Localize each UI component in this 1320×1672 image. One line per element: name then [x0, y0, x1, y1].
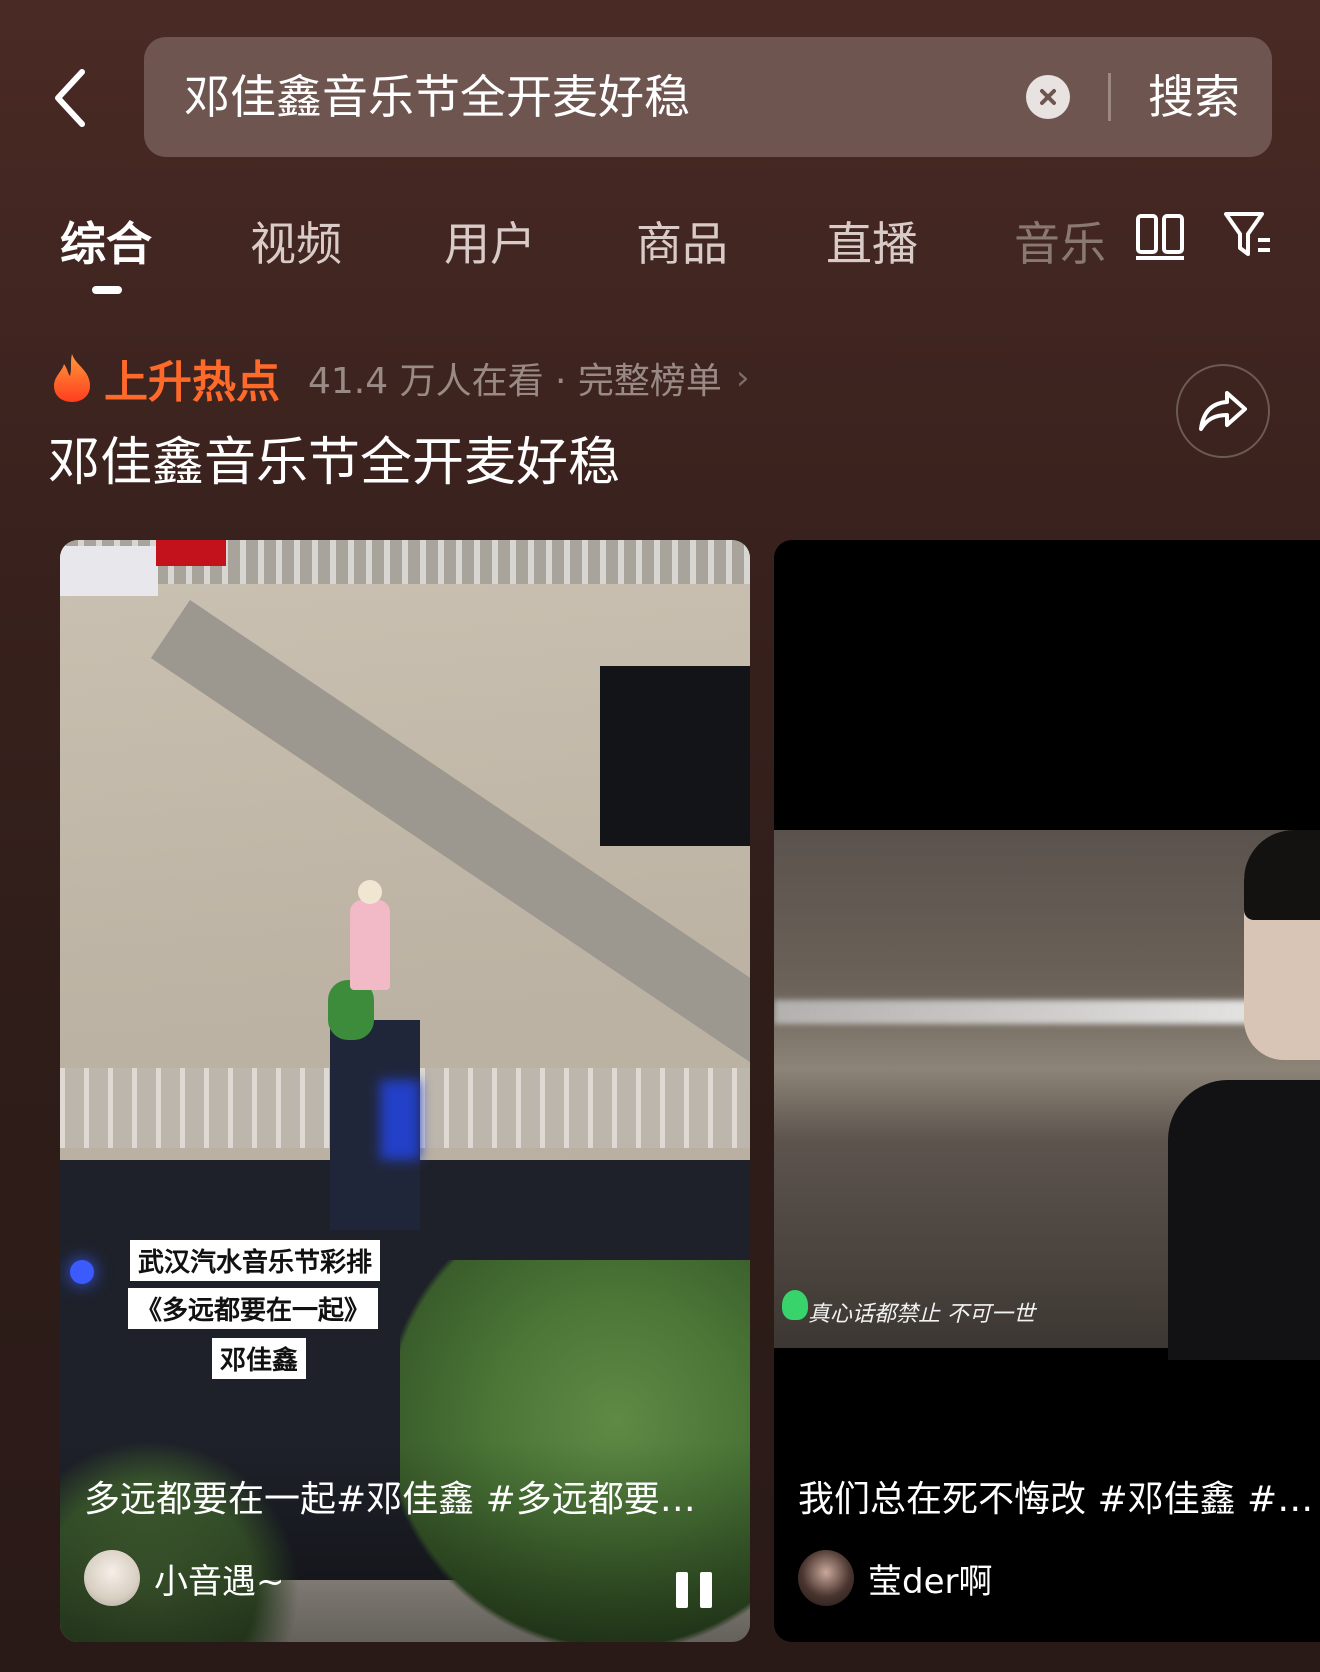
search-button[interactable]: 搜索 [1148, 37, 1240, 157]
author-row[interactable]: 莹der啊 [798, 1550, 992, 1606]
topic-title: 邓佳鑫音乐节全开麦好稳 [48, 433, 621, 493]
hot-meta: 41.4 万人在看 · 完整榜单 [308, 361, 722, 402]
share-button[interactable] [1176, 364, 1270, 458]
back-button[interactable] [40, 58, 100, 138]
category-tabs: 综合 视频 用户 商品 直播 音乐 [0, 190, 1320, 300]
layout-toggle-icon [1136, 214, 1184, 260]
overlay-text: 武汉汽水音乐节彩排 [130, 1240, 381, 1281]
author-row[interactable]: 小音遇~ [84, 1550, 285, 1606]
overlay-text: 《多远都要在一起》 [128, 1288, 379, 1329]
avatar [84, 1550, 140, 1606]
pause-button[interactable] [676, 1572, 712, 1608]
video-subtitle: 真心话都禁止 不可一世 [808, 1302, 1035, 1327]
clear-icon [1040, 89, 1056, 105]
chevron-right-icon: › [735, 358, 750, 398]
video-caption: 多远都要在一起#邓佳鑫 #多远都要在一起 [84, 1479, 724, 1520]
subtitle-icon [782, 1290, 808, 1320]
tab-live[interactable]: 直播 [826, 208, 918, 274]
video-card[interactable]: 武汉汽水音乐节彩排 《多远都要在一起》 邓佳鑫 多远都要在一起#邓佳鑫 #多远都… [60, 540, 750, 1642]
pause-icon [676, 1572, 688, 1608]
author-name: 莹der啊 [868, 1561, 993, 1602]
back-arrow-icon [55, 69, 85, 127]
active-tab-indicator [92, 286, 122, 294]
video-card[interactable]: 真心话都禁止 不可一世 我们总在死不悔改 #邓佳鑫 #汽水音乐节 莹der啊 [774, 540, 1320, 1642]
video-caption: 我们总在死不悔改 #邓佳鑫 #汽水音乐节 [798, 1479, 1320, 1520]
tab-comprehensive[interactable]: 综合 [60, 208, 152, 274]
overlay-text: 邓佳鑫 [212, 1338, 307, 1379]
flame-icon [54, 354, 90, 402]
author-name: 小音遇~ [154, 1561, 285, 1602]
hot-label: 上升热点 [104, 357, 280, 408]
clear-search-button[interactable] [1026, 75, 1070, 119]
tab-products[interactable]: 商品 [636, 208, 728, 274]
layout-toggle-button[interactable] [1134, 210, 1186, 262]
filter-button[interactable] [1222, 208, 1274, 264]
search-divider [1108, 73, 1111, 121]
search-bar[interactable]: 邓佳鑫音乐节全开麦好稳 搜索 [144, 37, 1272, 157]
tab-videos[interactable]: 视频 [250, 208, 342, 274]
search-input[interactable]: 邓佳鑫音乐节全开麦好稳 [184, 37, 690, 157]
tab-users[interactable]: 用户 [444, 208, 536, 274]
hot-topic-row[interactable]: 上升热点 41.4 万人在看 · 完整榜单 › [50, 348, 750, 408]
tab-music[interactable]: 音乐 [1014, 208, 1106, 274]
filter-icon [1224, 212, 1270, 256]
share-icon [1199, 391, 1247, 431]
avatar [798, 1550, 854, 1606]
